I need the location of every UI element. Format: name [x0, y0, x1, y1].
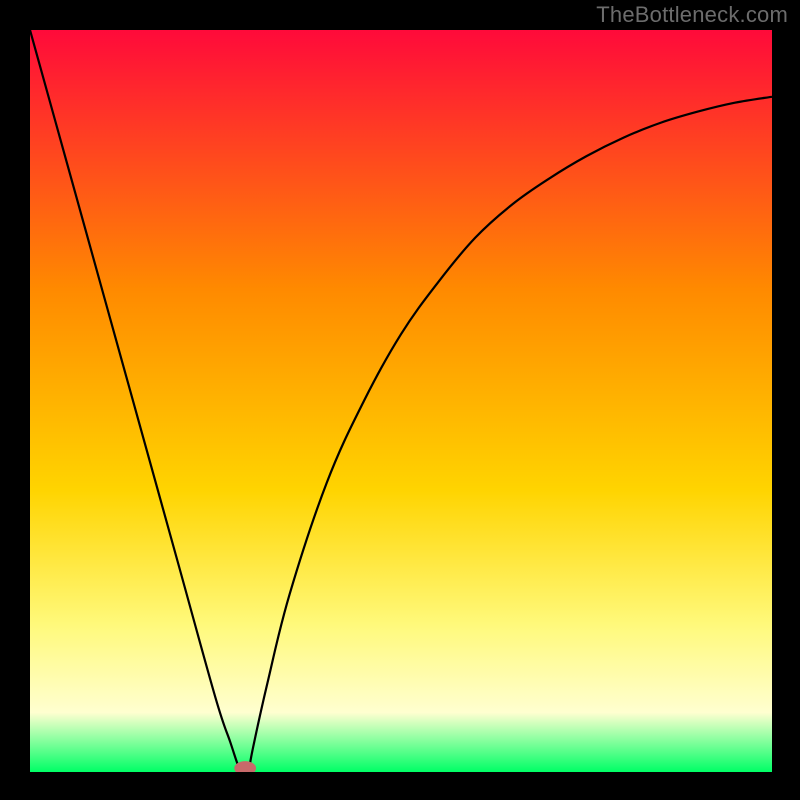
gradient-background — [30, 30, 772, 772]
plot-area — [30, 30, 772, 772]
chart-svg — [30, 30, 772, 772]
watermark-text: TheBottleneck.com — [596, 2, 788, 28]
chart-frame: TheBottleneck.com — [0, 0, 800, 800]
minimum-marker — [235, 762, 256, 772]
